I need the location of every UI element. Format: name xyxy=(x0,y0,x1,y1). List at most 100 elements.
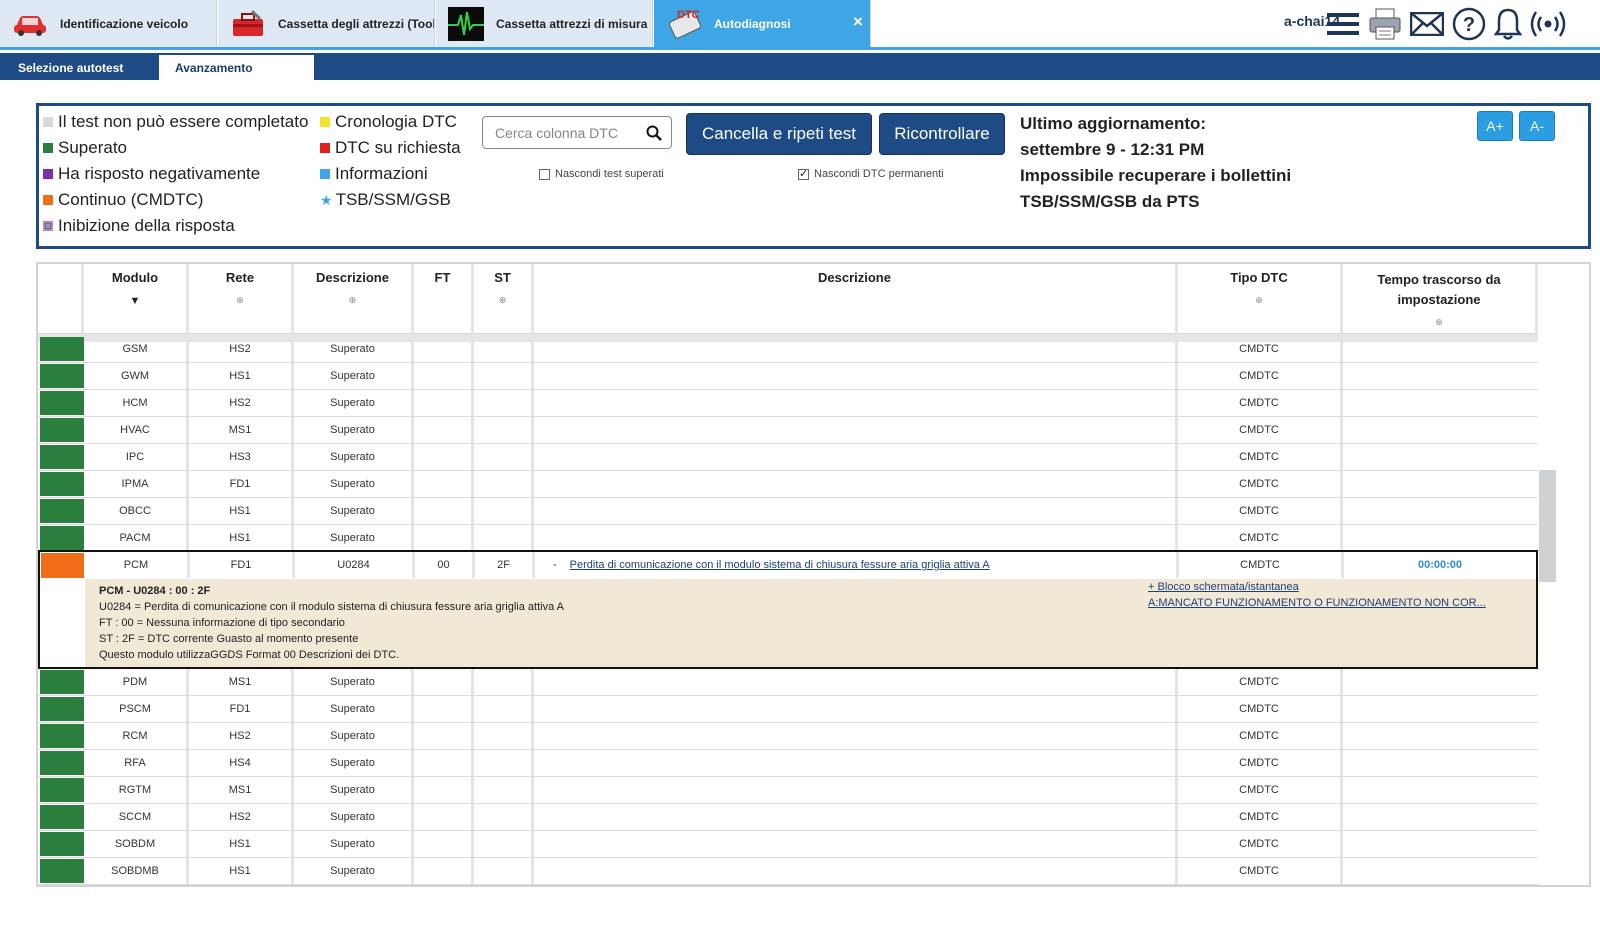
scroll-thumb[interactable] xyxy=(1539,470,1556,582)
header-descrizione-dtc[interactable]: Descrizione xyxy=(534,264,1178,334)
header-st[interactable]: ST ⊕ xyxy=(474,264,534,334)
subtab-selezione-autotest[interactable]: Selezione autotest xyxy=(2,55,157,80)
sort-icon[interactable]: ⊕ xyxy=(189,295,291,306)
checkbox-box[interactable]: ✓ xyxy=(798,168,809,180)
dtc-table: Modulo ▼ Rete ⊕ Descrizione ⊕ FT ST ⊕ Descri… xyxy=(36,262,1591,887)
header-descrizione[interactable]: Descrizione ⊕ xyxy=(294,264,414,334)
wireless-icon[interactable] xyxy=(1528,6,1568,42)
header-modulo[interactable]: Modulo ▼ xyxy=(84,264,189,334)
table-row[interactable]: PACM HS1 Superato CMDTC xyxy=(38,525,1538,552)
cell-st xyxy=(474,471,534,497)
sort-icon[interactable]: ⊕ xyxy=(1178,295,1340,306)
table-row[interactable]: SOBDMB HS1 Superato CMDTC xyxy=(38,858,1538,885)
printer-icon[interactable] xyxy=(1367,6,1403,42)
header-tipo-dtc[interactable]: Tipo DTC ⊕ xyxy=(1178,264,1343,334)
recheck-button[interactable]: Ricontrollare xyxy=(879,113,1005,155)
cell-modulo: RFA xyxy=(84,750,189,776)
table-row[interactable]: PCM FD1 U0284 00 2F - Perdita di comunic… xyxy=(40,552,1536,579)
tab-cassetta-misura[interactable]: Cassetta attrezzi di misura xyxy=(436,0,653,47)
legend-swatch xyxy=(320,117,330,127)
sort-icon[interactable]: ⊕ xyxy=(474,295,531,306)
cell-modulo: PDM xyxy=(84,669,189,695)
search-input[interactable] xyxy=(483,124,633,141)
pcm-expanded-row[interactable]: PCM FD1 U0284 00 2F - Perdita di comunic… xyxy=(38,550,1538,669)
cell-ft xyxy=(414,723,474,749)
table-row[interactable]: RGTM MS1 Superato CMDTC xyxy=(38,777,1538,804)
font-increase-button[interactable]: A+ xyxy=(1477,111,1513,141)
cell-st xyxy=(474,390,534,416)
status-passed-icon xyxy=(40,337,84,361)
status-passed-icon xyxy=(40,391,84,415)
table-row[interactable]: RFA HS4 Superato CMDTC xyxy=(38,750,1538,777)
subtab-avanzamento[interactable]: Avanzamento xyxy=(159,55,314,80)
cell-tipo-dtc: CMDTC xyxy=(1178,858,1343,884)
bell-icon[interactable] xyxy=(1492,6,1524,42)
cell-rete: FD1 xyxy=(189,471,294,497)
mail-icon[interactable] xyxy=(1409,6,1445,42)
detail-line: ST : 2F = DTC corrente Guasto al momento… xyxy=(99,633,359,645)
cell-tempo xyxy=(1343,669,1538,695)
cell-tempo xyxy=(1343,363,1538,389)
tab-underline xyxy=(0,47,1600,50)
cell-modulo: HVAC xyxy=(84,417,189,443)
table-row[interactable]: SOBDM HS1 Superato CMDTC xyxy=(38,831,1538,858)
cell-rete: MS1 xyxy=(189,417,294,443)
status-continuous-icon xyxy=(41,553,84,578)
table-row[interactable]: OBCC HS1 Superato CMDTC xyxy=(38,498,1538,525)
checkbox-box[interactable] xyxy=(539,168,550,180)
search-icon[interactable] xyxy=(646,125,662,146)
cell-ft xyxy=(414,831,474,857)
dtc-search[interactable] xyxy=(482,116,672,149)
header-tempo[interactable]: Tempo trascorso da impostazione ⊕ xyxy=(1343,264,1538,334)
table-row[interactable]: HCM HS2 Superato CMDTC xyxy=(38,390,1538,417)
cell-tipo-dtc: CMDTC xyxy=(1178,525,1343,551)
table-row[interactable]: SCCM HS2 Superato CMDTC xyxy=(38,804,1538,831)
legend-item: Ha risposto negativamente xyxy=(43,164,260,184)
table-row[interactable]: RCM HS2 Superato CMDTC xyxy=(38,723,1538,750)
hide-passed-checkbox[interactable]: Nascondi test superati xyxy=(539,168,664,180)
header-ft[interactable]: FT xyxy=(414,264,474,334)
cell-tempo xyxy=(1343,444,1538,470)
table-row[interactable]: GWM HS1 Superato CMDTC xyxy=(38,363,1538,390)
snapshot-link[interactable]: + Blocco schermata/istantanea xyxy=(1148,581,1299,593)
tab-identificazione-veicolo[interactable]: Identificazione veicolo xyxy=(0,0,217,47)
cell-st xyxy=(474,831,534,857)
cell-rete: FD1 xyxy=(189,696,294,722)
sort-icon[interactable]: ⊕ xyxy=(294,295,411,306)
dtc-description-link[interactable]: Perdita di comunicazione con il modulo s… xyxy=(570,559,990,571)
cell-st xyxy=(474,723,534,749)
hide-permanent-checkbox[interactable]: ✓ Nascondi DTC permanenti xyxy=(798,168,944,180)
table-row[interactable]: GSM HS2 Superato CMDTC xyxy=(38,336,1538,363)
font-decrease-button[interactable]: A- xyxy=(1519,111,1555,141)
cell-ft xyxy=(414,669,474,695)
car-icon xyxy=(10,6,50,42)
malfunction-link[interactable]: A:MANCATO FUNZIONAMENTO O FUNZIONAMENTO … xyxy=(1148,597,1486,609)
table-row[interactable]: PDM MS1 Superato CMDTC xyxy=(38,669,1538,696)
cell-descrizione-dtc xyxy=(534,723,1178,749)
clear-repeat-button[interactable]: Cancella e ripeti test xyxy=(686,113,872,155)
cell-descrizione-dtc xyxy=(534,777,1178,803)
vertical-scrollbar[interactable]: ⌃ ⌄ xyxy=(1538,334,1589,885)
table-row[interactable]: HVAC MS1 Superato CMDTC xyxy=(38,417,1538,444)
cell-st xyxy=(474,444,534,470)
cell-st xyxy=(474,777,534,803)
header-rete[interactable]: Rete ⊕ xyxy=(189,264,294,334)
cell-modulo: OBCC xyxy=(84,498,189,524)
tab-cassetta-attrezzi[interactable]: Cassetta degli attrezzi (Toolbox) xyxy=(218,0,435,47)
table-row[interactable]: IPMA FD1 Superato CMDTC xyxy=(38,471,1538,498)
svg-text:DTC: DTC xyxy=(677,9,700,21)
cell-st xyxy=(474,363,534,389)
menu-icon[interactable] xyxy=(1326,6,1360,42)
cell-descrizione-dtc: - Perdita di comunicazione con il modulo… xyxy=(535,552,1179,578)
cell-tipo-dtc: CMDTC xyxy=(1178,417,1343,443)
cell-rete: HS2 xyxy=(189,804,294,830)
table-row[interactable]: PSCM FD1 Superato CMDTC xyxy=(38,696,1538,723)
status-passed-icon xyxy=(40,859,84,883)
tab-autodiagnosi[interactable]: DTC Autodiagnosi × xyxy=(654,0,871,47)
sort-icon[interactable]: ⊕ xyxy=(1355,312,1523,332)
close-tab-icon[interactable]: × xyxy=(850,13,866,30)
help-icon[interactable]: ? xyxy=(1451,6,1487,42)
sort-desc-icon[interactable]: ▼ xyxy=(84,295,186,307)
table-row[interactable]: IPC HS3 Superato CMDTC xyxy=(38,444,1538,471)
last-update-label: Ultimo aggiornamento: xyxy=(1020,114,1207,133)
